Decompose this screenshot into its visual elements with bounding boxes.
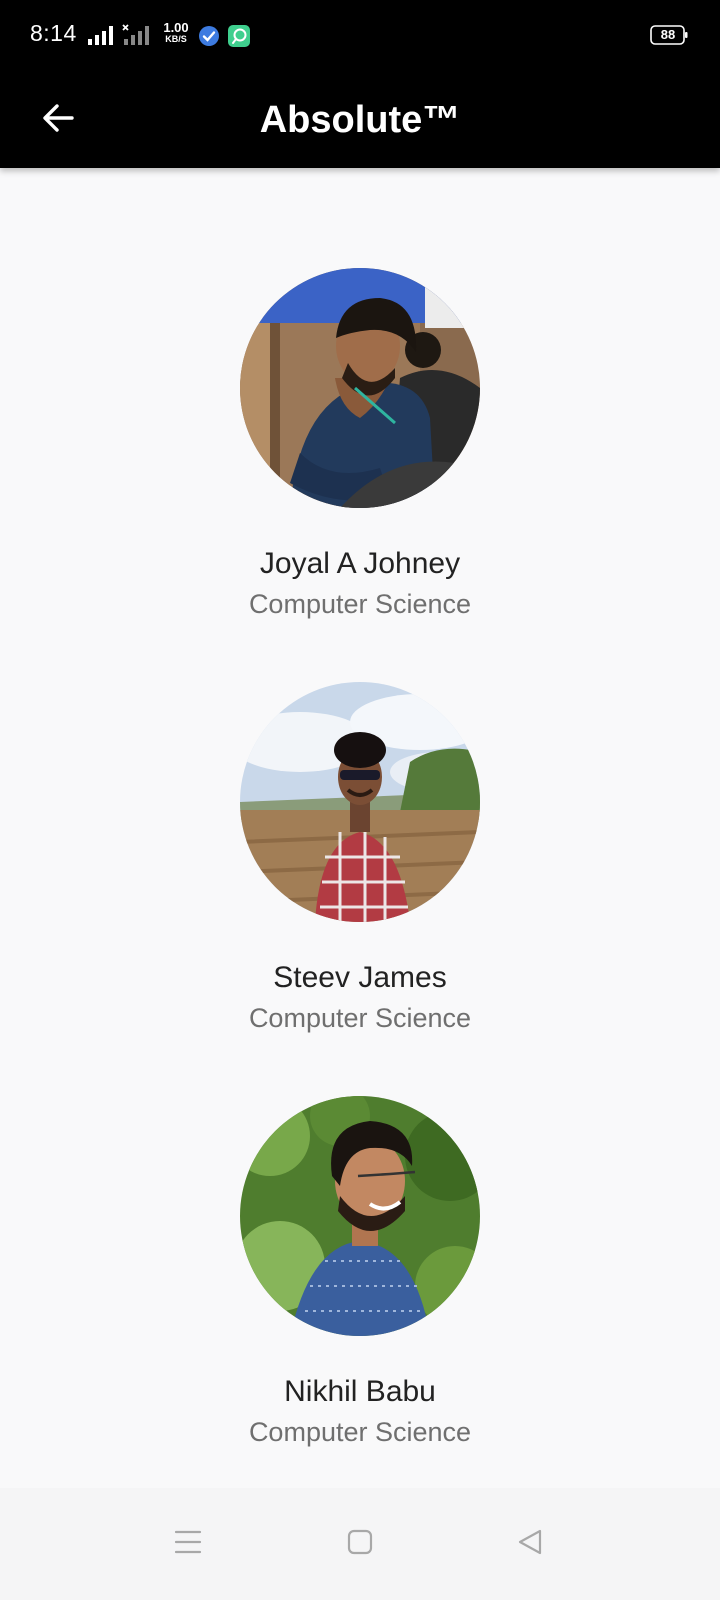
menu-lines-icon — [174, 1529, 202, 1560]
member-department: Computer Science — [248, 1417, 472, 1447]
back-triangle-icon — [516, 1528, 544, 1561]
network-speed-value: 1.00 — [163, 20, 189, 35]
home-button[interactable] — [340, 1524, 380, 1564]
recents-button[interactable] — [168, 1524, 208, 1564]
network-speed: 1.00 KB/S — [160, 20, 192, 45]
status-bar: 8:14 1.00 KB/S 88 — [0, 0, 720, 72]
member-card[interactable]: Steev James Computer Science — [0, 682, 720, 1034]
member-card[interactable]: Nikhil Babu Computer Science — [0, 1096, 720, 1448]
avatar — [240, 1096, 480, 1336]
back-button[interactable] — [30, 92, 86, 148]
page-title: Absolute™ — [259, 99, 461, 141]
app-bar: Absolute™ — [0, 72, 720, 168]
avatar — [240, 682, 480, 922]
navigation-bar — [0, 1488, 720, 1600]
avatar — [240, 268, 480, 508]
status-time: 8:14 — [30, 20, 77, 46]
member-card[interactable]: Joyal A Johney Computer Science — [0, 268, 720, 620]
network-speed-unit: KB/S — [165, 34, 187, 44]
member-name: Joyal A Johney — [259, 547, 461, 580]
member-department: Computer Science — [248, 1003, 472, 1033]
home-square-icon — [347, 1529, 373, 1560]
signal-bars-icon — [86, 24, 118, 46]
tick-notification-icon — [198, 25, 220, 47]
chat-notification-icon — [228, 25, 250, 47]
member-name: Nikhil Babu — [284, 1375, 436, 1408]
system-back-button[interactable] — [510, 1524, 550, 1564]
arrow-left-icon — [40, 100, 76, 141]
signal-bars-no-service-icon — [122, 24, 154, 46]
battery-level: 88 — [660, 27, 676, 42]
member-department: Computer Science — [248, 589, 472, 619]
member-name: Steev James — [273, 961, 447, 994]
